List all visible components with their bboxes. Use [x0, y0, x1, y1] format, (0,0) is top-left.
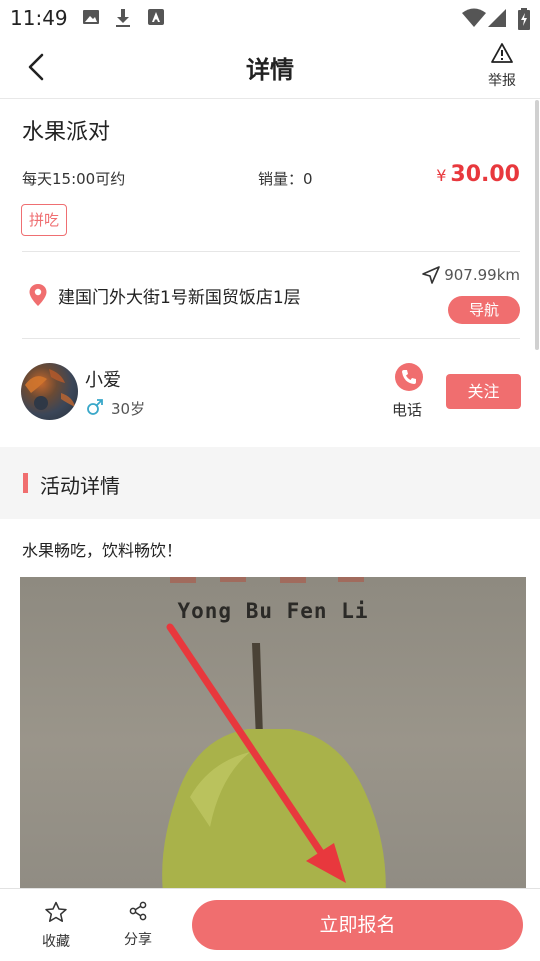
currency-symbol: ¥	[436, 166, 447, 185]
page-title: 详情	[246, 56, 294, 84]
navigation-arrow-icon	[422, 266, 441, 284]
nav-header: 详情 举报	[0, 36, 540, 99]
price: ¥30.00	[436, 162, 520, 187]
status-bar: 11:49	[0, 0, 540, 36]
warning-icon	[491, 43, 513, 63]
map-pin-icon	[29, 284, 47, 306]
share-label: 分享	[124, 932, 152, 948]
avatar[interactable]	[21, 363, 78, 420]
divider	[22, 338, 520, 339]
section-title: 活动详情	[40, 474, 120, 498]
status-time: 11:49	[10, 6, 68, 30]
star-icon	[45, 901, 67, 922]
wifi-icon	[462, 8, 486, 27]
activity-description: 水果畅吃，饮料畅饮！	[22, 541, 183, 560]
activity-photo[interactable]: Yong Bu Fen Li	[20, 577, 526, 907]
address-text[interactable]: 建国门外大街1号新国贸饭店1层	[58, 283, 301, 308]
share-button[interactable]: 分享	[118, 901, 158, 949]
male-icon	[87, 399, 103, 415]
event-title: 水果派对	[22, 120, 111, 145]
phone-icon	[402, 370, 416, 384]
avatar-image	[25, 369, 75, 410]
app-notification-icon	[148, 9, 164, 25]
phone-label[interactable]: 电话	[392, 399, 422, 420]
download-notification-icon	[116, 9, 130, 27]
pear-illustration	[162, 577, 386, 907]
sales-count: 销量：0	[258, 170, 313, 188]
favorite-button[interactable]: 收藏	[36, 901, 76, 951]
scrollbar[interactable]	[535, 100, 539, 350]
signup-button[interactable]: 立即报名	[192, 900, 523, 950]
image-notification-icon	[83, 10, 99, 24]
distance: 907.99km	[422, 266, 520, 284]
photo-caption: Yong Bu Fen Li	[177, 599, 369, 623]
section-accent-bar	[23, 473, 28, 493]
favorite-label: 收藏	[42, 934, 70, 950]
category-tag: 拼吃	[21, 204, 68, 236]
report-button[interactable]: 举报	[482, 42, 522, 90]
distance-value: 907.99km	[444, 266, 520, 284]
host-name: 小爱	[85, 370, 121, 391]
report-label: 举报	[488, 73, 516, 89]
price-value: 30.00	[450, 162, 520, 187]
phone-button[interactable]	[395, 363, 423, 391]
divider	[22, 251, 520, 252]
follow-button[interactable]: 关注	[446, 374, 521, 409]
battery-icon	[518, 8, 530, 30]
navigate-button[interactable]: 导航	[448, 296, 520, 324]
bottom-action-bar: 收藏 分享 立即报名	[0, 888, 540, 961]
share-icon	[129, 901, 147, 921]
cellular-signal-icon	[488, 9, 506, 27]
available-time: 每天15:00可约	[22, 170, 126, 188]
host-age: 30岁	[111, 400, 146, 418]
